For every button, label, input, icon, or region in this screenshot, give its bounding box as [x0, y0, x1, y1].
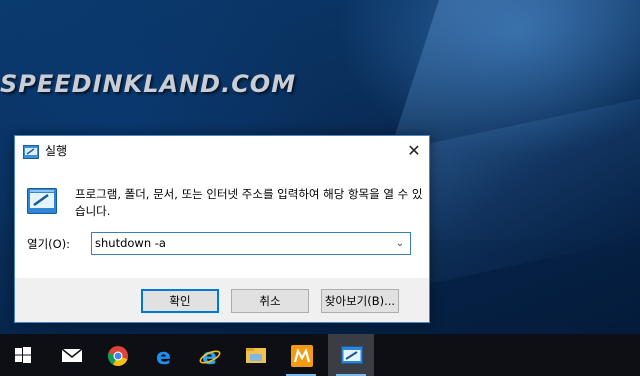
edge-icon: e [156, 345, 171, 367]
internet-explorer-icon: e [199, 345, 221, 367]
dialog-title: 실행 [45, 144, 68, 158]
file-explorer-icon [246, 348, 266, 363]
run-dialog: 실행 ✕ 프로그램, 폴더, 문서, 또는 인터넷 주소를 입력하여 해당 항목… [14, 135, 430, 323]
dialog-titlebar[interactable]: 실행 ✕ [15, 136, 429, 166]
taskbar-app-m[interactable] [278, 334, 324, 376]
app-m-icon [291, 345, 313, 367]
open-label: 열기(O): [27, 237, 71, 251]
dialog-description: 프로그램, 폴더, 문서, 또는 인터넷 주소를 입력하여 해당 항목을 열 수… [75, 187, 423, 218]
run-large-icon [27, 188, 57, 214]
svg-text:e: e [156, 345, 171, 367]
dialog-body: 프로그램, 폴더, 문서, 또는 인터넷 주소를 입력하여 해당 항목을 열 수… [15, 166, 429, 278]
watermark-text: SPEEDINKLAND.COM [0, 70, 297, 98]
browse-button[interactable]: 찾아보기(B)... [321, 289, 399, 313]
taskbar-run-dialog[interactable] [328, 334, 374, 376]
chevron-down-icon[interactable]: ⌄ [392, 233, 408, 254]
chrome-icon [107, 346, 128, 366]
taskbar: e e [0, 334, 640, 376]
open-combobox[interactable]: ⌄ [91, 232, 411, 255]
close-icon: ✕ [407, 141, 421, 160]
cancel-button[interactable]: 취소 [231, 289, 309, 313]
taskbar-mail[interactable] [48, 334, 94, 376]
taskbar-edge[interactable]: e [140, 334, 186, 376]
start-windows-icon [15, 347, 31, 363]
run-dialog-icon [341, 346, 363, 364]
start-button[interactable] [0, 334, 46, 376]
open-input[interactable] [95, 235, 375, 251]
run-app-icon [23, 144, 39, 159]
taskbar-chrome[interactable] [94, 334, 140, 376]
close-button[interactable]: ✕ [399, 136, 429, 166]
taskbar-file-explorer[interactable] [232, 334, 278, 376]
ok-button[interactable]: 확인 [141, 289, 219, 313]
mail-icon [61, 348, 83, 362]
taskbar-internet-explorer[interactable]: e [186, 334, 232, 376]
